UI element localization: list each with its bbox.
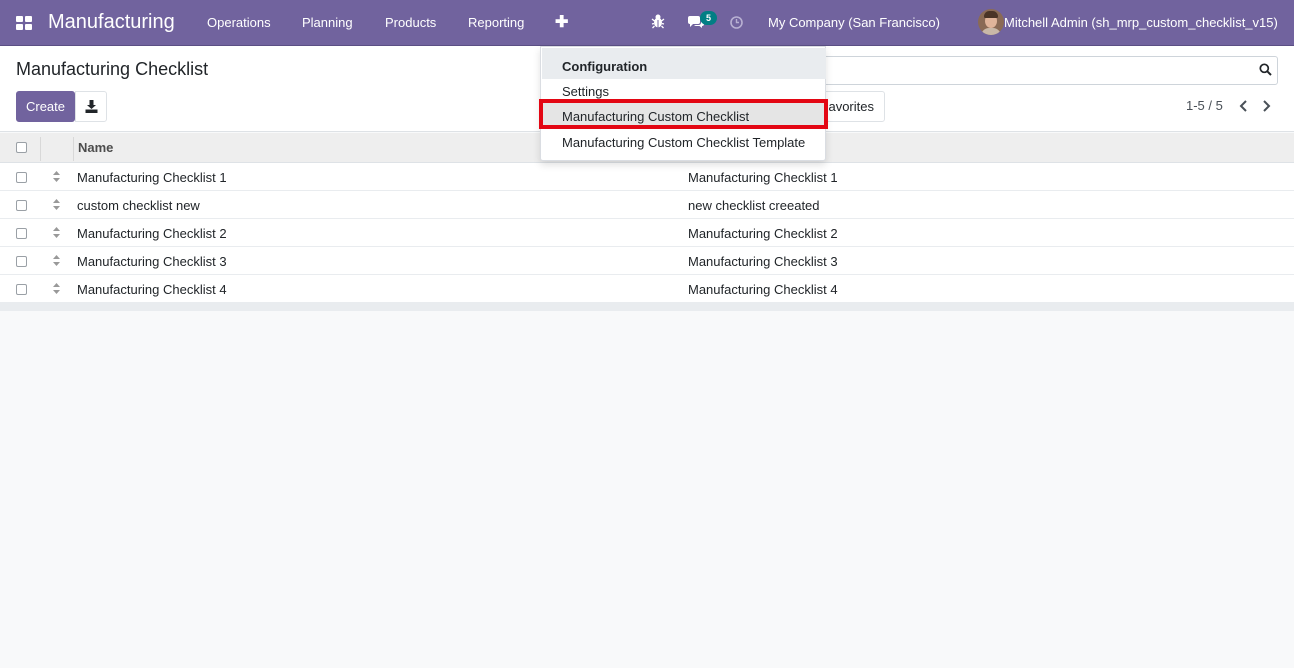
table-row[interactable]: custom checklist new new checklist creea… bbox=[0, 191, 1294, 219]
bug-icon[interactable] bbox=[651, 13, 665, 29]
dropdown-item-custom-checklist-template[interactable]: Manufacturing Custom Checklist Template bbox=[562, 135, 805, 150]
drag-handle-icon[interactable] bbox=[52, 254, 61, 267]
select-all-checkbox[interactable] bbox=[16, 142, 27, 153]
dropdown-item-settings[interactable]: Settings bbox=[562, 84, 609, 99]
user-avatar[interactable] bbox=[978, 9, 1004, 35]
row-checkbox[interactable] bbox=[16, 228, 27, 239]
activity-clock-icon[interactable] bbox=[730, 16, 743, 29]
drag-handle-icon[interactable] bbox=[52, 226, 61, 239]
cell-description: Manufacturing Checklist 3 bbox=[688, 254, 838, 269]
create-button[interactable]: Create bbox=[16, 91, 75, 122]
menu-configuration-plus-icon[interactable]: ✚ bbox=[555, 12, 568, 32]
cell-name: Manufacturing Checklist 1 bbox=[77, 170, 227, 185]
user-menu[interactable]: Mitchell Admin (sh_mrp_custom_checklist_… bbox=[1004, 15, 1278, 30]
chevron-left-icon[interactable] bbox=[1238, 99, 1250, 113]
drag-handle-icon[interactable] bbox=[52, 170, 61, 183]
table-row[interactable]: Manufacturing Checklist 1 Manufacturing … bbox=[0, 163, 1294, 191]
top-navbar: Manufacturing Operations Planning Produc… bbox=[0, 0, 1294, 46]
column-header-name[interactable]: Name bbox=[78, 140, 113, 155]
row-checkbox[interactable] bbox=[16, 172, 27, 183]
row-checkbox[interactable] bbox=[16, 284, 27, 295]
cell-name: Manufacturing Checklist 4 bbox=[77, 282, 227, 297]
menu-reporting[interactable]: Reporting bbox=[468, 15, 524, 30]
apps-menu-icon[interactable] bbox=[16, 16, 32, 30]
dropdown-header-label: Configuration bbox=[562, 59, 648, 74]
table-footer bbox=[0, 303, 1294, 311]
cell-description: Manufacturing Checklist 4 bbox=[688, 282, 838, 297]
cell-description: new checklist creeated bbox=[688, 198, 820, 213]
search-input[interactable] bbox=[800, 56, 1278, 85]
cell-description: Manufacturing Checklist 2 bbox=[688, 226, 838, 241]
menu-planning[interactable]: Planning bbox=[302, 15, 353, 30]
drag-handle-icon[interactable] bbox=[52, 198, 61, 211]
row-checkbox[interactable] bbox=[16, 256, 27, 267]
column-divider bbox=[73, 137, 74, 161]
column-divider bbox=[40, 137, 41, 161]
row-checkbox[interactable] bbox=[16, 200, 27, 211]
pager-value[interactable]: 1-5 / 5 bbox=[1186, 98, 1223, 113]
chevron-right-icon[interactable] bbox=[1260, 99, 1272, 113]
cell-description: Manufacturing Checklist 1 bbox=[688, 170, 838, 185]
cell-name: Manufacturing Checklist 2 bbox=[77, 226, 227, 241]
dropdown-header: Configuration bbox=[542, 48, 826, 79]
table-row[interactable]: Manufacturing Checklist 4 Manufacturing … bbox=[0, 275, 1294, 303]
search-icon[interactable] bbox=[1259, 63, 1272, 76]
table-row[interactable]: Manufacturing Checklist 3 Manufacturing … bbox=[0, 247, 1294, 275]
export-button[interactable] bbox=[75, 91, 107, 122]
company-switcher[interactable]: My Company (San Francisco) bbox=[768, 15, 940, 30]
highlight-box bbox=[539, 99, 828, 129]
app-brand[interactable]: Manufacturing bbox=[48, 11, 175, 34]
cell-name: custom checklist new bbox=[77, 198, 200, 213]
drag-handle-icon[interactable] bbox=[52, 282, 61, 295]
chat-count-badge: 5 bbox=[700, 11, 717, 25]
menu-operations[interactable]: Operations bbox=[207, 15, 271, 30]
download-icon bbox=[85, 100, 98, 113]
page-title: Manufacturing Checklist bbox=[16, 59, 209, 79]
cell-name: Manufacturing Checklist 3 bbox=[77, 254, 227, 269]
menu-products[interactable]: Products bbox=[385, 15, 436, 30]
table-row[interactable]: Manufacturing Checklist 2 Manufacturing … bbox=[0, 219, 1294, 247]
